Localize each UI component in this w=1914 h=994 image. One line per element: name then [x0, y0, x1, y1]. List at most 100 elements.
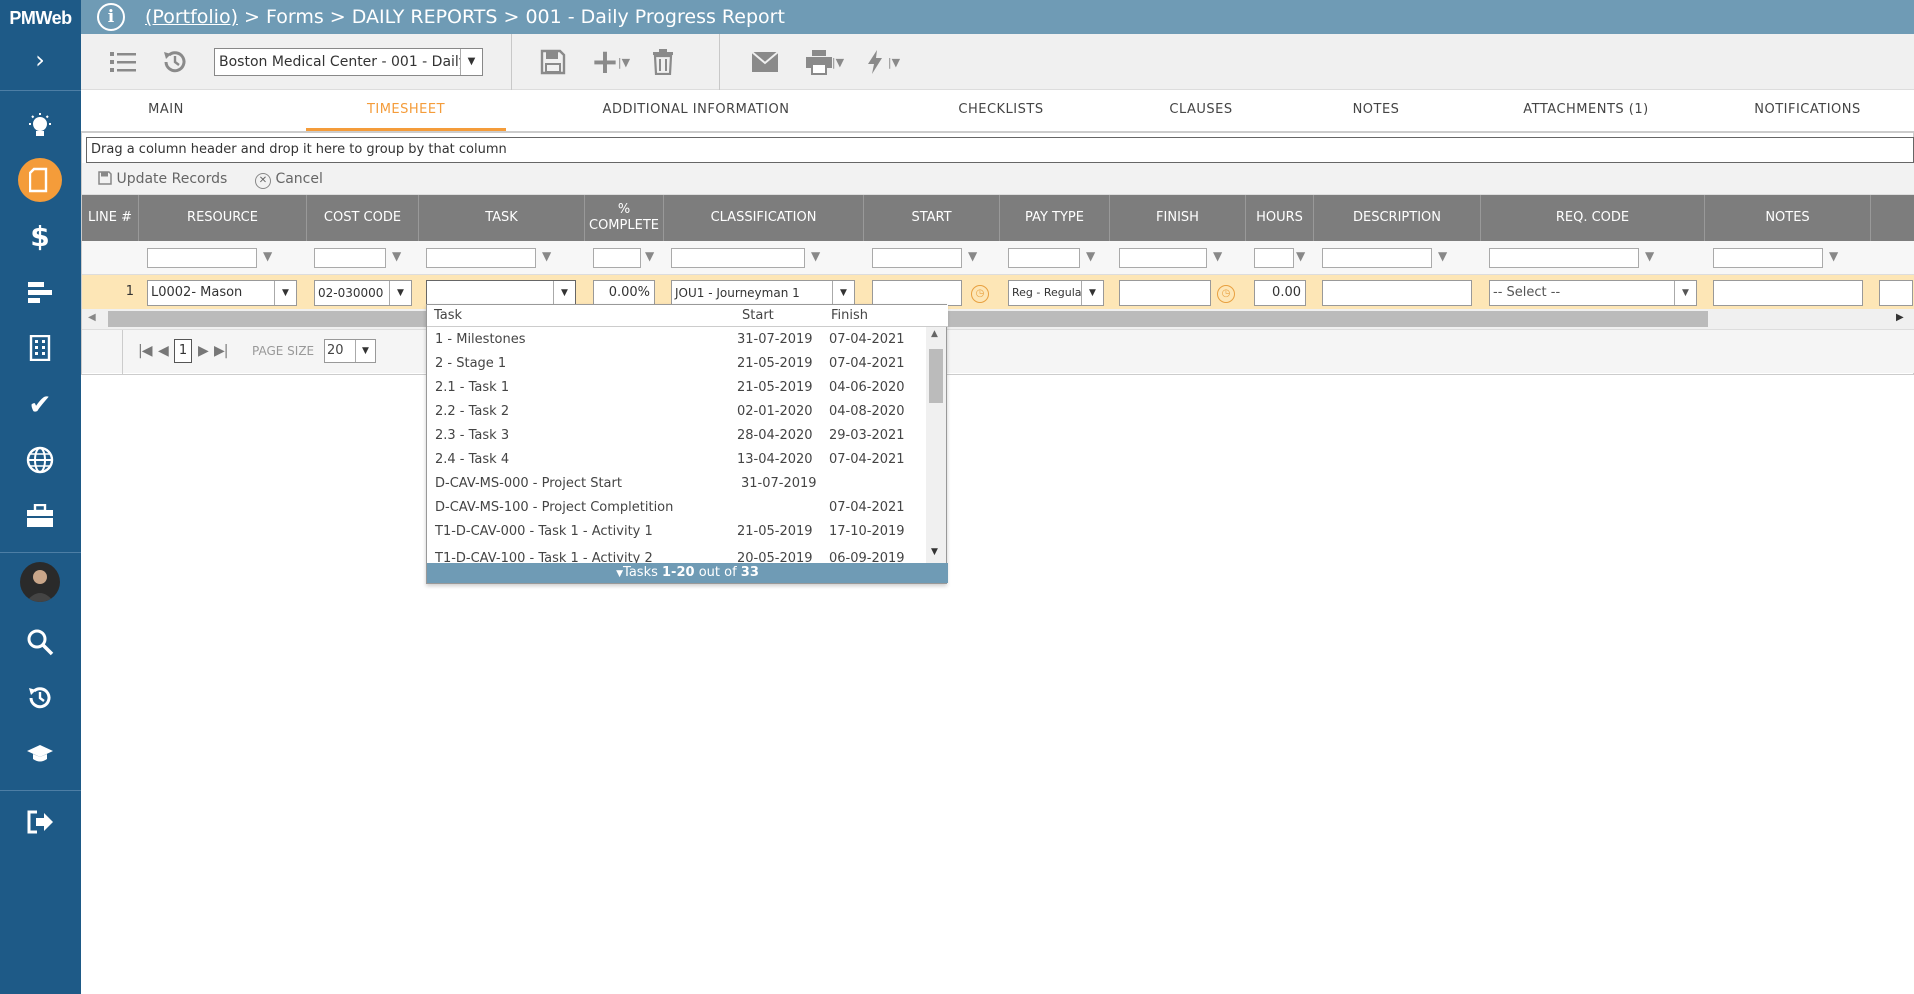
chevron-down-icon[interactable]: ▼	[389, 281, 411, 305]
filter-icon[interactable]: ▼	[1086, 249, 1102, 265]
table-row[interactable]: 1 L0002- Mason ▼ 02-030000 ▼ ▼ 0.00% JOU1 …	[82, 275, 1914, 309]
column-header-req-code[interactable]: REQ. CODE	[1481, 195, 1705, 241]
chevron-down-icon[interactable]: ▼	[1674, 281, 1696, 305]
column-header-start[interactable]: START	[864, 195, 1000, 241]
checkmark-icon[interactable]: ✔	[16, 380, 64, 428]
column-header-notes[interactable]: NOTES	[1705, 195, 1871, 241]
column-header-pay-type[interactable]: PAY TYPE	[1000, 195, 1110, 241]
column-header-task[interactable]: TASK	[419, 195, 585, 241]
tab-additional-information[interactable]: ADDITIONAL INFORMATION	[511, 102, 881, 117]
briefcase-icon[interactable]	[16, 492, 64, 540]
chevron-down-icon[interactable]: ▼	[355, 340, 375, 362]
cost-code-select[interactable]: 02-030000 ▼	[314, 280, 412, 306]
last-page-icon[interactable]: ▶|	[214, 343, 229, 359]
pay-type-select[interactable]: Reg - Regular ▼	[1008, 280, 1104, 306]
filter-icon[interactable]: ▼	[1645, 249, 1661, 265]
schedule-icon[interactable]	[16, 268, 64, 316]
update-records-button[interactable]: Update Records	[98, 171, 227, 187]
info-icon[interactable]: i	[97, 3, 125, 31]
filter-icon[interactable]: ▼	[1829, 249, 1845, 265]
filter-icon[interactable]: ▼	[263, 249, 279, 265]
filter-input-hours[interactable]	[1254, 248, 1294, 268]
task-option[interactable]: 2.4 - Task 4 13-04-2020 07-04-2021	[427, 449, 927, 473]
group-drop-area[interactable]: Drag a column header and drop it here to…	[86, 137, 1914, 163]
task-option[interactable]: 2 - Stage 1 21-05-2019 07-04-2021	[427, 353, 927, 377]
project-select[interactable]: Boston Medical Center - 001 - Daily Prog…	[214, 48, 483, 76]
previous-page-icon[interactable]: ◀	[158, 343, 169, 359]
chevron-down-icon[interactable]: ▼	[553, 281, 575, 305]
filter-input-notes[interactable]	[1713, 248, 1823, 268]
dollar-icon[interactable]: $	[16, 212, 64, 260]
filter-input-classification[interactable]	[671, 248, 805, 268]
page-number-input[interactable]: 1	[174, 339, 192, 363]
task-option[interactable]: D-CAV-MS-100 - Project Completition 07-04…	[427, 497, 927, 521]
task-option[interactable]: 2.2 - Task 2 02-01-2020 04-08-2020	[427, 401, 927, 425]
email-icon[interactable]	[747, 44, 783, 80]
print-dropdown-icon[interactable]: |▼	[831, 44, 845, 80]
filter-icon[interactable]: ▼	[1296, 249, 1312, 265]
breadcrumb-portfolio-link[interactable]: (Portfolio)	[145, 6, 238, 28]
page-size-select[interactable]: 20 ▼	[324, 339, 376, 363]
globe-icon[interactable]	[16, 436, 64, 484]
filter-input-pay-type[interactable]	[1008, 248, 1080, 268]
list-icon[interactable]	[105, 44, 141, 80]
clock-icon[interactable]: ◷	[1217, 285, 1235, 303]
scroll-left-icon[interactable]: ◀	[88, 312, 96, 323]
column-header-resource[interactable]: RESOURCE	[139, 195, 307, 241]
first-page-icon[interactable]: |◀	[138, 343, 153, 359]
scroll-right-icon[interactable]: ▶	[1896, 312, 1904, 323]
filter-input-description[interactable]	[1322, 248, 1432, 268]
tab-notifications[interactable]: NOTIFICATIONS	[1701, 102, 1914, 117]
filter-input-cost-code[interactable]	[314, 248, 386, 268]
start-date-input[interactable]	[872, 280, 962, 306]
chevron-down-icon[interactable]: ▼	[832, 281, 854, 305]
filter-icon[interactable]: ▼	[392, 249, 408, 265]
cancel-button[interactable]: ✕ Cancel	[255, 171, 323, 189]
column-header-percent-complete[interactable]: % COMPLETE	[585, 195, 664, 241]
column-header-classification[interactable]: CLASSIFICATION	[664, 195, 864, 241]
task-option[interactable]: 2.3 - Task 3 28-04-2020 29-03-2021	[427, 425, 927, 449]
tab-notes[interactable]: NOTES	[1281, 102, 1471, 117]
classification-select[interactable]: JOU1 - Journeyman 1 ▼	[671, 280, 855, 306]
extra-cell-input[interactable]	[1879, 280, 1913, 306]
filter-icon[interactable]: ▼	[542, 249, 558, 265]
scrollbar-thumb[interactable]	[929, 349, 943, 403]
filter-input-percent[interactable]	[593, 248, 641, 268]
tab-timesheet[interactable]: TIMESHEET	[306, 102, 506, 117]
lightbulb-icon[interactable]	[16, 102, 64, 150]
resource-select[interactable]: L0002- Mason ▼	[147, 280, 297, 306]
expand-icon[interactable]: ›	[16, 36, 64, 84]
horizontal-scrollbar[interactable]: ◀ ▶	[82, 309, 1914, 329]
task-dropdown-footer[interactable]: ▼Tasks 1-20 out of 33	[427, 563, 948, 583]
chevron-down-icon[interactable]: ▼	[274, 281, 296, 305]
column-header-hours[interactable]: HOURS	[1246, 195, 1314, 241]
chevron-down-icon[interactable]: ▼	[1081, 281, 1103, 305]
hours-input[interactable]: 0.00	[1254, 280, 1306, 306]
percent-complete-input[interactable]: 0.00%	[593, 280, 655, 306]
tab-attachments[interactable]: ATTACHMENTS (1)	[1471, 102, 1701, 117]
filter-input-task[interactable]	[426, 248, 536, 268]
add-dropdown-icon[interactable]: |▼	[617, 44, 631, 80]
filter-icon[interactable]: ▼	[1213, 249, 1229, 265]
task-select[interactable]: ▼	[426, 280, 576, 306]
filter-input-finish[interactable]	[1119, 248, 1207, 268]
task-option[interactable]: 1 - Milestones 31-07-2019 07-04-2021	[427, 329, 927, 353]
filter-icon[interactable]: ▼	[811, 249, 827, 265]
forms-icon[interactable]	[18, 158, 62, 202]
graduation-cap-icon[interactable]	[16, 730, 64, 778]
chevron-down-icon[interactable]: ▼	[460, 49, 482, 75]
delete-icon[interactable]	[645, 44, 681, 80]
task-option[interactable]: T1-D-CAV-000 - Task 1 - Activity 1 21-05-…	[427, 521, 927, 545]
building-icon[interactable]	[16, 324, 64, 372]
task-dropdown-scrollbar[interactable]: ▲ ▼	[926, 327, 946, 565]
history-icon[interactable]	[157, 44, 193, 80]
tab-checklists[interactable]: CHECKLISTS	[881, 102, 1121, 117]
notes-input[interactable]	[1713, 280, 1863, 306]
tab-clauses[interactable]: CLAUSES	[1121, 102, 1281, 117]
filter-icon[interactable]: ▼	[1438, 249, 1454, 265]
filter-input-start[interactable]	[872, 248, 962, 268]
scroll-down-icon[interactable]: ▼	[931, 547, 938, 557]
column-header-cost-code[interactable]: COST CODE	[307, 195, 419, 241]
clock-icon[interactable]: ◷	[971, 285, 989, 303]
column-header-finish[interactable]: FINISH	[1110, 195, 1246, 241]
